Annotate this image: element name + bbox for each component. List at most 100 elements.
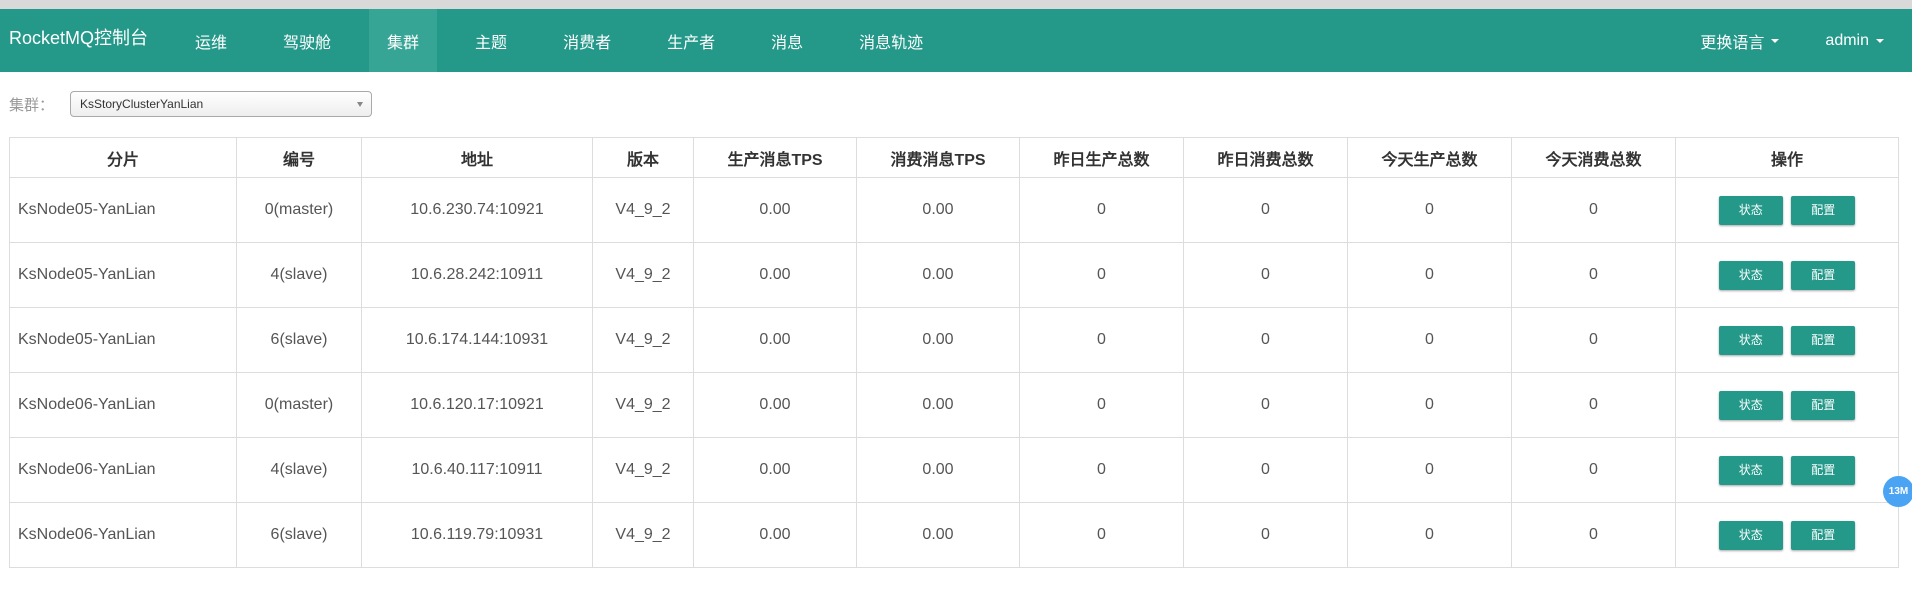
browser-top-strip: [0, 0, 1912, 9]
cell-yesterday-consume: 0: [1183, 177, 1348, 243]
cell-today-consume: 0: [1511, 242, 1676, 308]
cell-id: 6(slave): [236, 502, 362, 568]
nav-item-message-trace[interactable]: 消息轨迹: [841, 9, 941, 72]
cell-yesterday-consume: 0: [1183, 372, 1348, 438]
config-button[interactable]: 配置: [1791, 260, 1856, 290]
header-actions: 操作: [1675, 137, 1899, 178]
table-header-row: 分片 编号 地址 版本 生产消息TPS 消费消息TPS 昨日生产总数 昨日消费总…: [9, 137, 1899, 178]
cell-actions: 状态 配置: [1675, 307, 1899, 373]
cell-today-produce: 0: [1347, 437, 1512, 503]
cell-yesterday-consume: 0: [1183, 242, 1348, 308]
cell-today-consume: 0: [1511, 437, 1676, 503]
cluster-filter: 集群： KsStoryClusterYanLian: [0, 72, 1912, 136]
table-row: KsNode05-YanLian 0(master) 10.6.230.74:1…: [9, 177, 1899, 243]
nav-item-consumer[interactable]: 消费者: [545, 9, 629, 72]
cell-produce-tps: 0.00: [693, 437, 857, 503]
cell-consume-tps: 0.00: [856, 177, 1020, 243]
cell-today-produce: 0: [1347, 502, 1512, 568]
config-button[interactable]: 配置: [1791, 455, 1856, 485]
cell-today-produce: 0: [1347, 242, 1512, 308]
header-id: 编号: [236, 137, 362, 178]
header-address: 地址: [361, 137, 593, 178]
cell-version: V4_9_2: [592, 372, 694, 438]
cell-yesterday-produce: 0: [1019, 177, 1184, 243]
nav-item-dashboard[interactable]: 驾驶舱: [265, 9, 349, 72]
config-button[interactable]: 配置: [1791, 390, 1856, 420]
cell-today-produce: 0: [1347, 372, 1512, 438]
cell-version: V4_9_2: [592, 177, 694, 243]
cell-produce-tps: 0.00: [693, 242, 857, 308]
cell-actions: 状态 配置: [1675, 372, 1899, 438]
cell-yesterday-produce: 0: [1019, 437, 1184, 503]
status-button[interactable]: 状态: [1718, 390, 1783, 420]
cluster-label: 集群：: [9, 96, 55, 114]
cluster-select[interactable]: KsStoryClusterYanLian: [70, 91, 373, 117]
cell-version: V4_9_2: [592, 437, 694, 503]
nav-item-topic[interactable]: 主题: [457, 9, 525, 72]
cell-address: 10.6.119.79:10931: [361, 502, 593, 568]
status-button[interactable]: 状态: [1718, 455, 1783, 485]
status-button[interactable]: 状态: [1718, 520, 1783, 550]
cell-actions: 状态 配置: [1675, 502, 1899, 568]
status-button[interactable]: 状态: [1718, 325, 1783, 355]
cell-yesterday-consume: 0: [1183, 437, 1348, 503]
cell-shard: KsNode06-YanLian: [9, 502, 237, 568]
cell-yesterday-consume: 0: [1183, 502, 1348, 568]
cell-shard: KsNode06-YanLian: [9, 437, 237, 503]
cell-yesterday-consume: 0: [1183, 307, 1348, 373]
cell-actions: 状态 配置: [1675, 177, 1899, 243]
cell-today-produce: 0: [1347, 177, 1512, 243]
brand-title[interactable]: RocketMQ控制台: [0, 9, 185, 72]
cell-address: 10.6.28.242:10911: [361, 242, 593, 308]
user-dropdown[interactable]: admin: [1825, 9, 1884, 72]
header-version: 版本: [592, 137, 694, 178]
cell-id: 0(master): [236, 372, 362, 438]
dropdown-arrow-icon: [357, 102, 364, 107]
cell-produce-tps: 0.00: [693, 177, 857, 243]
header-yesterday-produce: 昨日生产总数: [1019, 137, 1184, 178]
table-row: KsNode05-YanLian 4(slave) 10.6.28.242:10…: [9, 242, 1899, 308]
cell-today-consume: 0: [1511, 177, 1676, 243]
cell-shard: KsNode05-YanLian: [9, 307, 237, 373]
cell-shard: KsNode06-YanLian: [9, 372, 237, 438]
status-button[interactable]: 状态: [1718, 195, 1783, 225]
table-row: KsNode06-YanLian 6(slave) 10.6.119.79:10…: [9, 502, 1899, 568]
nav-item-message[interactable]: 消息: [753, 9, 821, 72]
status-button[interactable]: 状态: [1718, 260, 1783, 290]
cell-address: 10.6.230.74:10921: [361, 177, 593, 243]
header-today-consume: 今天消费总数: [1511, 137, 1676, 178]
user-label: admin: [1825, 31, 1869, 49]
caret-down-icon: [1771, 38, 1780, 43]
config-button[interactable]: 配置: [1791, 520, 1856, 550]
header-consume-tps: 消费消息TPS: [856, 137, 1020, 178]
cell-today-produce: 0: [1347, 307, 1512, 373]
table-row: KsNode06-YanLian 0(master) 10.6.120.17:1…: [9, 372, 1899, 438]
cell-actions: 状态 配置: [1675, 437, 1899, 503]
cell-shard: KsNode05-YanLian: [9, 242, 237, 308]
nav-item-cluster[interactable]: 集群: [369, 9, 438, 72]
cell-consume-tps: 0.00: [856, 307, 1020, 373]
header-produce-tps: 生产消息TPS: [693, 137, 857, 178]
broker-table-wrap: 分片 编号 地址 版本 生产消息TPS 消费消息TPS 昨日生产总数 昨日消费总…: [9, 137, 1899, 568]
cell-today-consume: 0: [1511, 372, 1676, 438]
language-label: 更换语言: [1700, 34, 1765, 52]
cell-yesterday-produce: 0: [1019, 242, 1184, 308]
cell-produce-tps: 0.00: [693, 372, 857, 438]
cell-yesterday-produce: 0: [1019, 307, 1184, 373]
language-dropdown[interactable]: 更换语言: [1700, 9, 1780, 72]
cell-id: 0(master): [236, 177, 362, 243]
cell-address: 10.6.174.144:10931: [361, 307, 593, 373]
nav-item-ops[interactable]: 运维: [185, 9, 245, 72]
header-today-produce: 今天生产总数: [1347, 137, 1512, 178]
config-button[interactable]: 配置: [1791, 325, 1856, 355]
broker-table: 分片 编号 地址 版本 生产消息TPS 消费消息TPS 昨日生产总数 昨日消费总…: [9, 137, 1899, 568]
floating-badge[interactable]: 13M: [1883, 476, 1912, 507]
nav-menu: 运维 驾驶舱 集群 主题 消费者 生产者 消息 消息轨迹: [185, 9, 961, 72]
nav-item-producer[interactable]: 生产者: [649, 9, 733, 72]
header-yesterday-consume: 昨日消费总数: [1183, 137, 1348, 178]
cell-yesterday-produce: 0: [1019, 502, 1184, 568]
cell-id: 6(slave): [236, 307, 362, 373]
config-button[interactable]: 配置: [1791, 195, 1856, 225]
top-navbar: RocketMQ控制台 运维 驾驶舱 集群 主题 消费者 生产者 消息 消息轨迹…: [0, 9, 1912, 72]
cell-consume-tps: 0.00: [856, 437, 1020, 503]
